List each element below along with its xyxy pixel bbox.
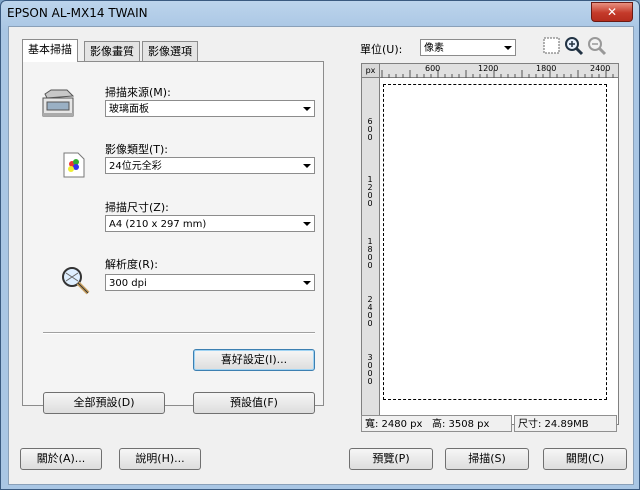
image-type-label: 影像類型(T): [105, 143, 169, 156]
preview-area[interactable]: px 600 1200 1800 2400 600 1200 1800 2400… [361, 63, 619, 425]
scan-area-marquee[interactable] [383, 84, 607, 400]
tab-basic-scan[interactable]: 基本掃描 [22, 39, 78, 62]
ruler-unit-corner: px [362, 64, 380, 78]
units-value: 像素 [424, 43, 444, 54]
horizontal-ruler-ticks [381, 70, 614, 78]
scanner-window: EPSON AL-MX14 TWAIN ✕ 基本掃描 影像畫質 影像選項 掃描來… [0, 0, 640, 490]
scanner-icon [42, 89, 75, 117]
chevron-down-icon [303, 222, 311, 226]
horizontal-ruler: 600 1200 1800 2400 [380, 64, 618, 78]
chevron-down-icon [303, 107, 311, 111]
source-value: 玻璃面板 [109, 104, 149, 115]
ruler-v-tick: 600 [367, 117, 373, 142]
status-file-size: 尺寸: 24.89MB [514, 415, 617, 432]
size-select[interactable]: A4 (210 x 297 mm) [105, 215, 315, 232]
resolution-label: 解析度(R): [105, 258, 158, 271]
units-select[interactable]: 像素 [420, 39, 516, 56]
help-button[interactable]: 說明(H)... [119, 448, 201, 470]
window-title: EPSON AL-MX14 TWAIN [7, 6, 148, 20]
image-type-select[interactable]: 24位元全彩 [105, 157, 315, 174]
magnifier-resolution-icon [62, 267, 90, 295]
tab-image-options[interactable]: 影像選項 [142, 41, 198, 61]
size-value: A4 (210 x 297 mm) [109, 219, 207, 230]
status-dimensions: 寬: 2480 px 高: 3508 px [361, 415, 512, 432]
about-button[interactable]: 關於(A)... [20, 448, 102, 470]
reset-all-button[interactable]: 全部預設(D) [43, 392, 165, 414]
chevron-down-icon [504, 46, 512, 50]
basic-scan-panel: 掃描來源(M): 玻璃面板 影像類型(T): 24位元全彩 掃描尺寸(Z): A… [22, 61, 324, 414]
source-select[interactable]: 玻璃面板 [105, 100, 315, 117]
color-photo-icon [63, 152, 85, 178]
image-type-value: 24位元全彩 [109, 161, 162, 172]
ruler-h-tick: 1200 [478, 64, 499, 73]
size-label: 掃描尺寸(Z): [105, 201, 169, 214]
panel-separator [43, 332, 315, 334]
ruler-v-tick: 1200 [367, 175, 373, 208]
chevron-down-icon [303, 281, 311, 285]
ruler-v-tick: 1800 [367, 237, 373, 270]
dialog-client-area: 基本掃描 影像畫質 影像選項 掃描來源(M): 玻璃面板 影像類型(T): 24… [8, 26, 634, 485]
defaults-button[interactable]: 預設值(F) [193, 392, 315, 414]
ruler-h-tick: 2400 [590, 64, 611, 73]
tab-image-quality[interactable]: 影像畫質 [84, 41, 140, 61]
status-width: 寬: 2480 px [365, 419, 423, 430]
window-close-button[interactable]: ✕ [591, 2, 633, 22]
preferences-button[interactable]: 喜好設定(I)... [193, 349, 315, 371]
marquee-select-icon[interactable] [542, 36, 562, 56]
zoom-out-icon[interactable] [587, 36, 607, 56]
units-label: 單位(U): [360, 43, 403, 56]
resolution-value: 300 dpi [109, 278, 147, 289]
scan-button[interactable]: 掃描(S) [445, 448, 529, 470]
vertical-ruler: 600 1200 1800 2400 3000 [362, 78, 380, 424]
resolution-select[interactable]: 300 dpi [105, 274, 315, 291]
preview-button[interactable]: 預覽(P) [349, 448, 433, 470]
ruler-h-tick: 1800 [536, 64, 557, 73]
chevron-down-icon [303, 164, 311, 168]
zoom-in-icon[interactable] [564, 36, 584, 56]
status-height: 高: 3508 px [432, 419, 490, 430]
ruler-v-tick: 3000 [367, 353, 373, 386]
close-button[interactable]: 關閉(C) [543, 448, 627, 470]
title-bar[interactable]: EPSON AL-MX14 TWAIN ✕ [1, 1, 639, 25]
ruler-v-tick: 2400 [367, 295, 373, 328]
source-label: 掃描來源(M): [105, 86, 171, 99]
ruler-h-tick: 600 [425, 64, 441, 73]
